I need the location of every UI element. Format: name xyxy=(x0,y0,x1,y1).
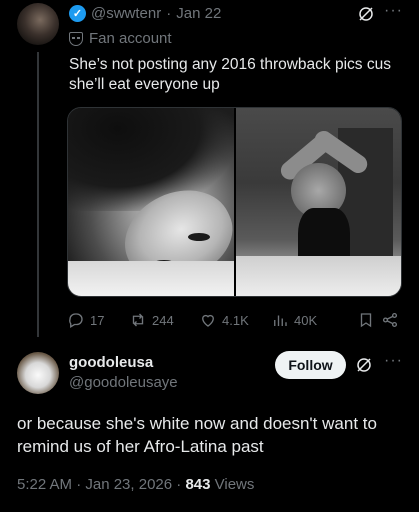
views-button[interactable]: 40K xyxy=(271,311,357,329)
follow-button[interactable]: Follow xyxy=(275,351,346,379)
more-icon[interactable]: ··· xyxy=(384,2,403,20)
photo-sheet xyxy=(68,261,234,296)
header-separator: · xyxy=(166,5,172,22)
repost-count: 244 xyxy=(152,312,174,328)
reply-views-count: 843 xyxy=(185,476,211,493)
fan-account-label: Fan account xyxy=(69,30,172,47)
avatar[interactable] xyxy=(17,3,59,45)
reply-views-label: Views xyxy=(210,476,255,493)
repost-icon xyxy=(132,313,144,327)
like-count: 4.1K xyxy=(222,312,249,328)
reply-author-handle[interactable]: @goodoleusaye xyxy=(69,374,178,391)
grok-icon[interactable] xyxy=(355,356,373,374)
reply-timestamp[interactable]: 5:22 AM · Jan 23, 2026 · xyxy=(17,476,185,493)
views-count: 40K xyxy=(294,312,318,328)
reply-text: or because she's white now and doesn't w… xyxy=(17,414,377,456)
bookmark-button[interactable] xyxy=(357,311,381,329)
tweet-photo-1[interactable] xyxy=(68,108,246,296)
tweet-date[interactable]: Jan 22 xyxy=(176,5,221,22)
grok-icon[interactable] xyxy=(357,5,375,23)
tweet-photo-2[interactable] xyxy=(235,108,401,296)
photo-bed xyxy=(235,256,401,296)
tweet-handle[interactable]: @swwtenr xyxy=(91,5,161,22)
reply-count: 17 xyxy=(90,312,105,328)
tweet-media[interactable] xyxy=(67,107,402,297)
verified-badge-icon: ✓ xyxy=(69,5,86,22)
share-button[interactable] xyxy=(381,311,401,329)
bookmark-icon xyxy=(360,313,372,328)
photo-eye xyxy=(188,233,210,241)
fan-account-text: Fan account xyxy=(89,30,172,47)
tweet-header: ✓ @swwtenr · Jan 22 xyxy=(69,5,221,22)
repost-button[interactable]: 244 xyxy=(129,311,199,329)
mask-icon xyxy=(69,31,83,46)
reply-button[interactable]: 17 xyxy=(67,311,129,329)
reply-author-name[interactable]: goodoleusa xyxy=(69,354,153,371)
reply-meta: 5:22 AM · Jan 23, 2026 · 843 Views xyxy=(17,476,254,493)
heart-icon xyxy=(202,314,214,327)
analytics-icon xyxy=(274,315,287,326)
thread-line xyxy=(37,52,39,337)
like-button[interactable]: 4.1K xyxy=(199,311,271,329)
tweet-text: She’s not posting any 2016 throwback pic… xyxy=(69,56,391,93)
reply-avatar[interactable] xyxy=(17,352,59,394)
tweet-actions: 17 244 4.1K 40K xyxy=(67,310,402,330)
more-icon[interactable]: ··· xyxy=(384,352,403,370)
reply-icon xyxy=(69,313,83,328)
share-icon xyxy=(382,312,398,328)
